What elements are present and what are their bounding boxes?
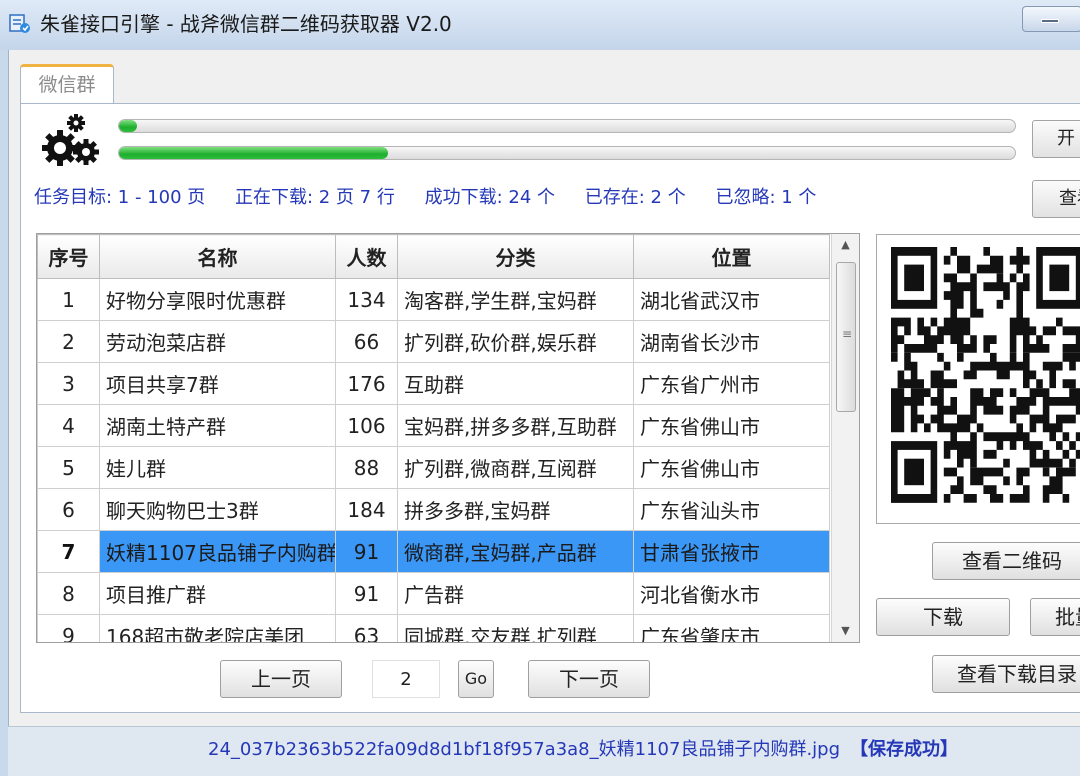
cell-category: 扩列群,砍价群,娱乐群: [397, 320, 634, 363]
success-count: 成功下载: 24 个: [424, 187, 556, 208]
scroll-down-icon[interactable]: ▼: [832, 620, 859, 642]
cell-category: 广告群: [397, 572, 634, 615]
minimize-icon: [1041, 19, 1059, 23]
downloading-status: 正在下载: 2 页 7 行: [235, 187, 395, 208]
cell-count: 134: [335, 278, 398, 321]
table-row[interactable]: 9 168超市敬老院店美团 63 同城群,交友群,扩列群 广东省肇庆市: [37, 614, 830, 642]
col-header-name[interactable]: 名称: [99, 234, 336, 279]
cell-idx: 7: [37, 530, 100, 573]
list-scrollbar[interactable]: ▲ ≡ ▼: [831, 234, 859, 642]
cell-idx: 8: [37, 572, 100, 615]
table-row[interactable]: 2 劳动泡菜店群 66 扩列群,砍价群,娱乐群 湖南省长沙市: [37, 320, 830, 363]
view-qr-button[interactable]: 查看二维码: [932, 542, 1080, 580]
window-title: 朱雀接口引擎 - 战斧微信群二维码获取器 V2.0: [40, 12, 452, 36]
table-row[interactable]: 1 好物分享限时优惠群 134 淘客群,学生群,宝妈群 湖北省武汉市: [37, 278, 830, 321]
title-bar: 朱雀接口引擎 - 战斧微信群二维码获取器 V2.0: [0, 0, 1080, 50]
table-row[interactable]: 3 项目共享7群 176 互助群 广东省广州市: [37, 362, 830, 405]
col-header-category[interactable]: 分类: [397, 234, 634, 279]
cell-idx: 4: [37, 404, 100, 447]
cell-name: 好物分享限时优惠群: [99, 278, 336, 321]
cell-name: 劳动泡菜店群: [99, 320, 336, 363]
cell-location: 广东省佛山市: [633, 446, 830, 489]
col-header-count[interactable]: 人数: [335, 234, 398, 279]
cell-idx: 2: [37, 320, 100, 363]
status-bar: 24_037b2363b522fa09d8d1bf18f957a3a8_妖精11…: [8, 726, 1080, 776]
cell-location: 湖北省武汉市: [633, 278, 830, 321]
table-row-selected[interactable]: 7 妖精1107良品铺子内购群 91 微商群,宝妈群,产品群 甘肃省张掖市: [37, 530, 830, 573]
cell-count: 91: [335, 572, 398, 615]
cell-count: 184: [335, 488, 398, 531]
cell-category: 宝妈群,拼多多群,互助群: [397, 404, 634, 447]
cell-category: 互助群: [397, 362, 634, 405]
scroll-up-icon[interactable]: ▲: [832, 234, 859, 256]
cell-name: 项目共享7群: [99, 362, 336, 405]
cell-count: 91: [335, 530, 398, 573]
group-table: 序号 名称 人数 分类 位置 1 好物分享限时优惠群 134 淘客群,学生群,宝…: [37, 234, 830, 642]
cell-name: 项目推广群: [99, 572, 336, 615]
table-header: 序号 名称 人数 分类 位置: [37, 234, 830, 279]
download-button[interactable]: 下载: [876, 598, 1010, 636]
progress-fill-pages: [119, 120, 137, 132]
table-row[interactable]: 4 湖南土特产群 106 宝妈群,拼多多群,互助群 广东省佛山市: [37, 404, 830, 447]
ignored-count: 已忽略: 1 个: [715, 187, 817, 208]
cell-category: 拼多多群,宝妈群: [397, 488, 634, 531]
app-icon: [9, 14, 30, 33]
cell-name: 妖精1107良品铺子内购群: [99, 530, 336, 573]
col-header-idx[interactable]: 序号: [37, 234, 100, 279]
cell-location: 河北省衡水市: [633, 572, 830, 615]
cell-name: 娃儿群: [99, 446, 336, 489]
col-header-location[interactable]: 位置: [633, 234, 830, 279]
table-row[interactable]: 6 聊天购物巴士3群 184 拼多多群,宝妈群 广东省汕头市: [37, 488, 830, 531]
prev-page-button[interactable]: 上一页: [220, 660, 342, 698]
cell-count: 176: [335, 362, 398, 405]
table-row[interactable]: 8 项目推广群 91 广告群 河北省衡水市: [37, 572, 830, 615]
cell-category: 微商群,宝妈群,产品群: [397, 530, 634, 573]
qr-code-image: [891, 247, 1080, 503]
batch-download-button[interactable]: 批量: [1030, 598, 1080, 636]
progress-bar-rows: [118, 146, 1016, 160]
existing-count: 已存在: 2 个: [584, 187, 686, 208]
group-list: 序号 名称 人数 分类 位置 1 好物分享限时优惠群 134 淘客群,学生群,宝…: [36, 233, 860, 643]
cell-name: 聊天购物巴士3群: [99, 488, 336, 531]
cell-idx: 9: [37, 614, 100, 642]
cell-count: 88: [335, 446, 398, 489]
start-button[interactable]: 开: [1032, 120, 1080, 158]
cell-location: 广东省广州市: [633, 362, 830, 405]
cell-location: 广东省肇庆市: [633, 614, 830, 642]
cell-name: 湖南土特产群: [99, 404, 336, 447]
cell-idx: 1: [37, 278, 100, 321]
next-page-button[interactable]: 下一页: [528, 660, 650, 698]
cell-location: 甘肃省张掖市: [633, 530, 830, 573]
cell-category: 同城群,交友群,扩列群: [397, 614, 634, 642]
cell-count: 63: [335, 614, 398, 642]
saved-filename: 24_037b2363b522fa09d8d1bf18f957a3a8_妖精11…: [208, 739, 841, 760]
cell-idx: 3: [37, 362, 100, 405]
save-result: 【保存成功】: [850, 739, 959, 760]
cell-count: 106: [335, 404, 398, 447]
progress-fill-rows: [119, 147, 388, 159]
tab-wechat-group[interactable]: 微信群: [20, 64, 114, 104]
qr-code-preview: [876, 234, 1080, 524]
cell-idx: 6: [37, 488, 100, 531]
gears-icon: [42, 114, 99, 166]
cell-location: 湖南省长沙市: [633, 320, 830, 363]
page-number-input[interactable]: [372, 660, 440, 698]
task-target: 任务目标: 1 - 100 页: [34, 187, 206, 208]
view-download-dir-button[interactable]: 查看下载目录: [932, 655, 1080, 693]
cell-name: 168超市敬老院店美团: [99, 614, 336, 642]
cell-location: 广东省汕头市: [633, 488, 830, 531]
scroll-thumb[interactable]: ≡: [836, 262, 856, 412]
table-row[interactable]: 5 娃儿群 88 扩列群,微商群,互阅群 广东省佛山市: [37, 446, 830, 489]
cell-idx: 5: [37, 446, 100, 489]
grip-icon: ≡: [842, 327, 853, 341]
cell-count: 66: [335, 320, 398, 363]
minimize-button[interactable]: [1022, 6, 1080, 32]
progress-bar-pages: [118, 119, 1016, 133]
task-status: 任务目标: 1 - 100 页 正在下载: 2 页 7 行 成功下载: 24 个…: [34, 184, 1024, 212]
cell-category: 扩列群,微商群,互阅群: [397, 446, 634, 489]
go-button[interactable]: Go: [458, 660, 494, 698]
view-button[interactable]: 查看: [1032, 180, 1080, 218]
cell-location: 广东省佛山市: [633, 404, 830, 447]
cell-category: 淘客群,学生群,宝妈群: [397, 278, 634, 321]
